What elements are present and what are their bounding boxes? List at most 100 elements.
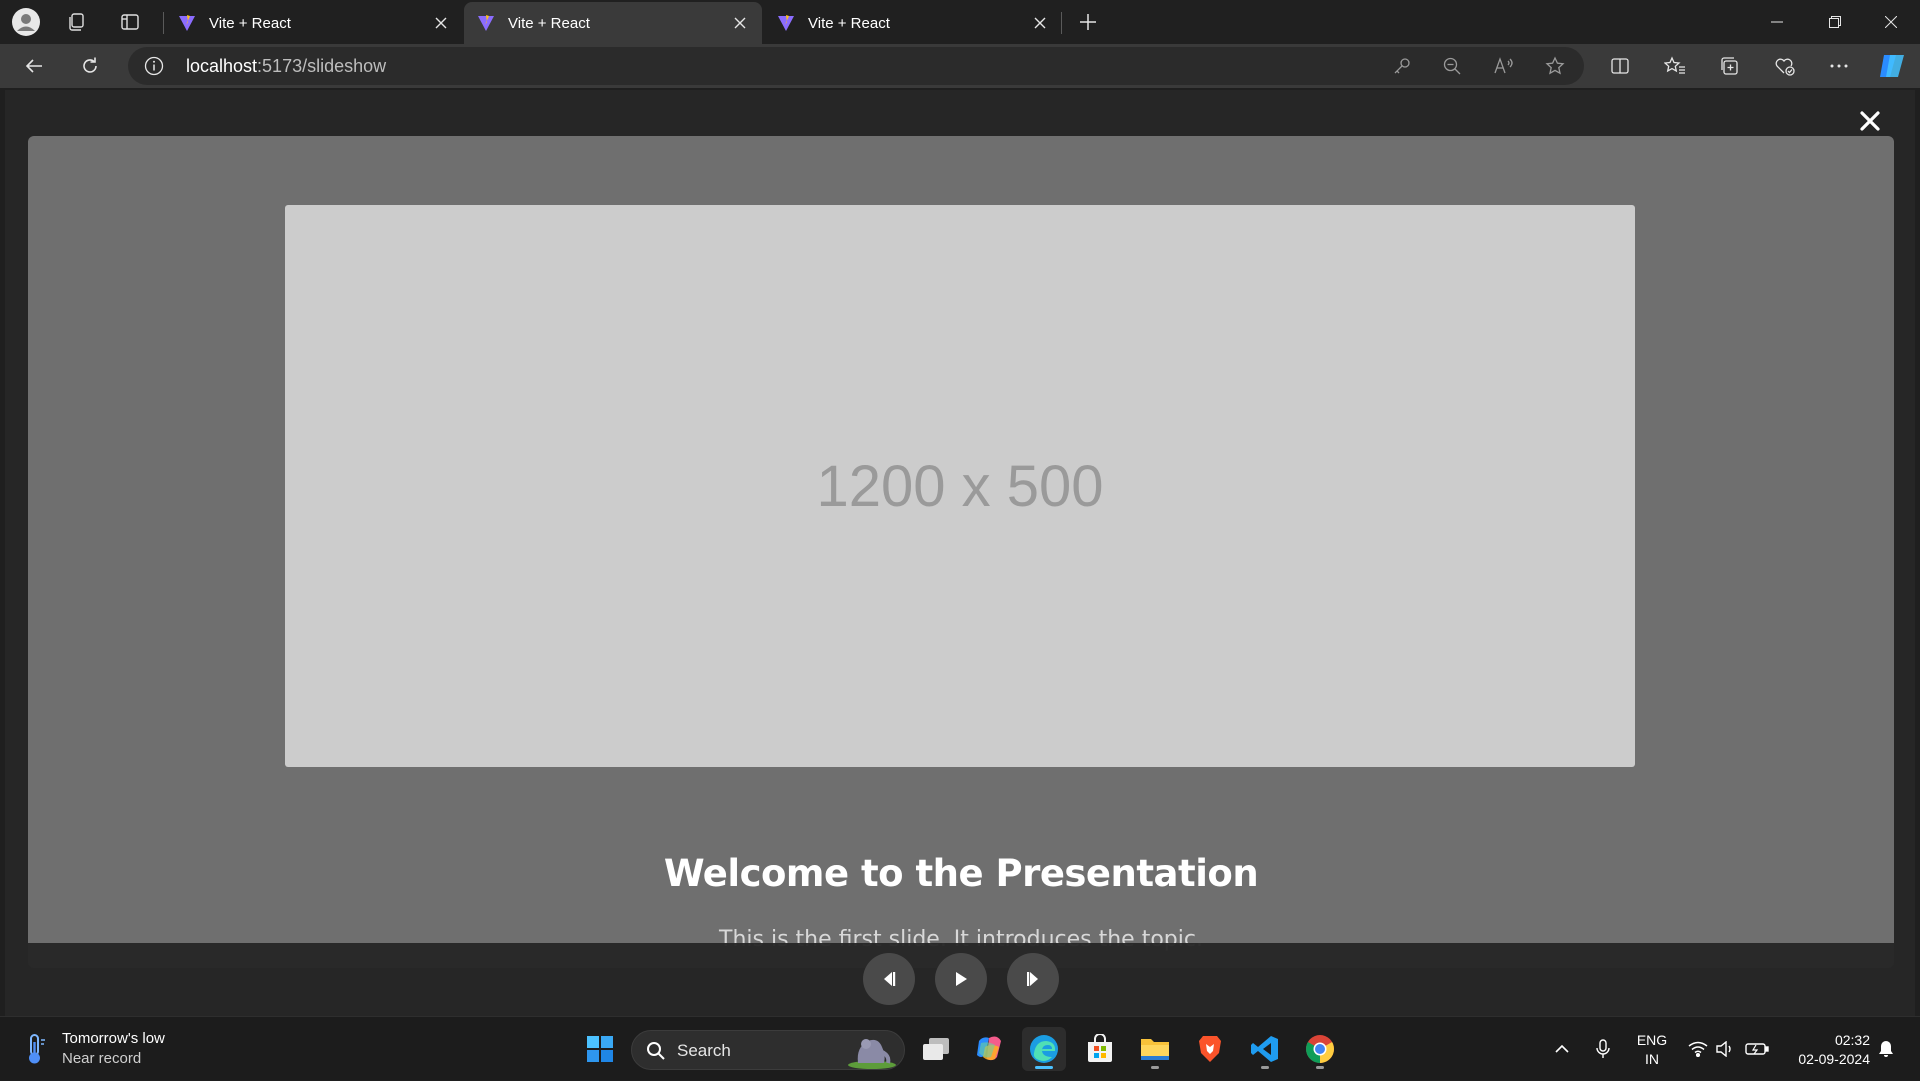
microphone-icon <box>1596 1039 1610 1058</box>
browser-essentials-icon[interactable] <box>1767 48 1803 84</box>
next-icon <box>1027 972 1038 986</box>
slideshow-close-button[interactable] <box>1855 106 1885 136</box>
search-icon <box>647 1042 665 1060</box>
previous-icon <box>884 972 896 986</box>
copilot-app-icon <box>977 1036 1001 1061</box>
tab-2-active[interactable]: Vite + React <box>464 2 762 44</box>
favorite-star-icon[interactable] <box>1543 54 1567 78</box>
more-options-icon[interactable] <box>1821 48 1857 84</box>
vscode-taskbar-button[interactable] <box>1243 1027 1287 1071</box>
edge-taskbar-button[interactable] <box>1022 1027 1066 1071</box>
tab-close-icon[interactable] <box>1026 9 1054 37</box>
page-viewport: 1200 x 500 Welcome to the Presentation T… <box>5 90 1915 1016</box>
play-button[interactable] <box>935 953 987 1005</box>
restore-button[interactable] <box>1806 0 1864 44</box>
weather-subtitle: Near record <box>62 1050 142 1067</box>
brave-taskbar-button[interactable] <box>1188 1027 1232 1071</box>
play-icon <box>956 972 967 986</box>
vscode-icon <box>1251 1036 1278 1062</box>
close-window-button[interactable] <box>1862 0 1920 44</box>
url-host: localhost <box>186 56 258 76</box>
taskbar-search[interactable]: Search <box>631 1030 905 1070</box>
browser-titlebar: Vite + React Vite + React Vite + React <box>0 0 1920 44</box>
tab-separator <box>163 12 164 34</box>
copilot-taskbar-button[interactable] <box>968 1027 1012 1071</box>
battery-tray-button[interactable] <box>1742 1017 1772 1081</box>
tab-title: Vite + React <box>209 14 291 32</box>
previous-slide-button[interactable] <box>863 953 915 1005</box>
thermometer-icon <box>29 1034 45 1064</box>
wifi-tray-button[interactable] <box>1684 1017 1712 1081</box>
volume-tray-button[interactable] <box>1712 1017 1738 1081</box>
file-explorer-taskbar-button[interactable] <box>1133 1027 1177 1071</box>
start-button[interactable] <box>578 1027 622 1071</box>
microphone-tray-button[interactable] <box>1590 1017 1616 1081</box>
microsoft-store-icon <box>1088 1034 1112 1062</box>
url-path: :5173/slideshow <box>257 56 387 76</box>
task-view-icon <box>923 1038 949 1060</box>
language-code: ENG <box>1636 1032 1668 1048</box>
weather-widget[interactable]: Tomorrow's low Near record <box>22 1029 165 1069</box>
tab-3[interactable]: Vite + React <box>764 2 1062 44</box>
copilot-icon[interactable] <box>1874 48 1910 84</box>
task-view-button[interactable] <box>914 1027 958 1071</box>
tab-title: Vite + React <box>808 14 890 32</box>
edge-browser-icon <box>1030 1035 1058 1063</box>
running-app-indicator <box>1261 1066 1269 1069</box>
search-highlight-gorilla-icon <box>848 1039 896 1069</box>
back-button[interactable] <box>16 48 52 84</box>
tab-1[interactable]: Vite + React <box>165 2 463 44</box>
running-app-indicator <box>1316 1066 1324 1069</box>
read-aloud-icon[interactable] <box>1492 54 1516 78</box>
notifications-button[interactable] <box>1874 1017 1898 1081</box>
speaker-icon <box>1716 1041 1731 1057</box>
next-slide-button[interactable] <box>1007 953 1059 1005</box>
favorites-icon[interactable] <box>1657 48 1693 84</box>
battery-charging-icon <box>1745 1043 1769 1055</box>
new-tab-button[interactable] <box>1070 4 1106 40</box>
running-app-indicator <box>1151 1066 1159 1069</box>
collections-icon[interactable] <box>1712 48 1748 84</box>
windows-taskbar: Tomorrow's low Near record Search ENG IN… <box>0 1016 1920 1080</box>
windows-logo-icon <box>587 1036 613 1062</box>
site-info-icon[interactable] <box>144 56 164 76</box>
tab-close-icon[interactable] <box>427 9 455 37</box>
store-taskbar-button[interactable] <box>1078 1027 1122 1071</box>
slide-title: Welcome to the Presentation <box>663 852 1259 895</box>
tab-close-icon[interactable] <box>726 9 754 37</box>
language-region: IN <box>1645 1051 1659 1067</box>
clock-date: 02-09-2024 <box>1798 1051 1870 1067</box>
url-text[interactable]: localhost:5173/slideshow <box>186 56 386 77</box>
tab-separator <box>1061 12 1062 34</box>
vite-favicon-icon <box>778 15 794 31</box>
refresh-button[interactable] <box>72 48 108 84</box>
browser-navbar: localhost:5173/slideshow <box>0 44 1920 88</box>
search-label: Search <box>677 1041 731 1060</box>
placeholder-size-text: 1200 x 500 <box>816 453 1104 519</box>
active-app-indicator <box>1035 1066 1053 1069</box>
show-hidden-icons-button[interactable] <box>1548 1017 1576 1081</box>
zoom-out-icon[interactable] <box>1440 54 1464 78</box>
vertical-tabs-icon[interactable] <box>112 4 148 40</box>
tab-title: Vite + React <box>508 14 590 32</box>
brave-browser-icon <box>1199 1036 1221 1062</box>
profile-avatar-icon[interactable] <box>8 4 44 40</box>
clock-time: 02:32 <box>1834 1032 1870 1048</box>
bell-icon <box>1879 1041 1893 1057</box>
chrome-browser-icon <box>1306 1035 1334 1063</box>
system-clock[interactable]: 02:32 02-09-2024 <box>1780 1031 1870 1069</box>
folder-icon <box>1141 1039 1169 1060</box>
slide-image-placeholder: 1200 x 500 <box>285 205 1635 767</box>
chrome-taskbar-button[interactable] <box>1298 1027 1342 1071</box>
language-indicator[interactable]: ENG IN <box>1630 1031 1674 1069</box>
vite-favicon-icon <box>179 15 195 31</box>
wifi-icon <box>1688 1041 1708 1057</box>
password-key-icon[interactable] <box>1390 54 1414 78</box>
minimize-button[interactable] <box>1748 0 1806 44</box>
slide-container: 1200 x 500 Welcome to the Presentation T… <box>28 136 1894 968</box>
weather-title: Tomorrow's low <box>62 1030 165 1047</box>
chevron-up-icon <box>1555 1044 1569 1053</box>
split-screen-icon[interactable] <box>1602 48 1638 84</box>
workspaces-icon[interactable] <box>58 4 94 40</box>
address-bar[interactable]: localhost:5173/slideshow <box>128 47 1584 85</box>
